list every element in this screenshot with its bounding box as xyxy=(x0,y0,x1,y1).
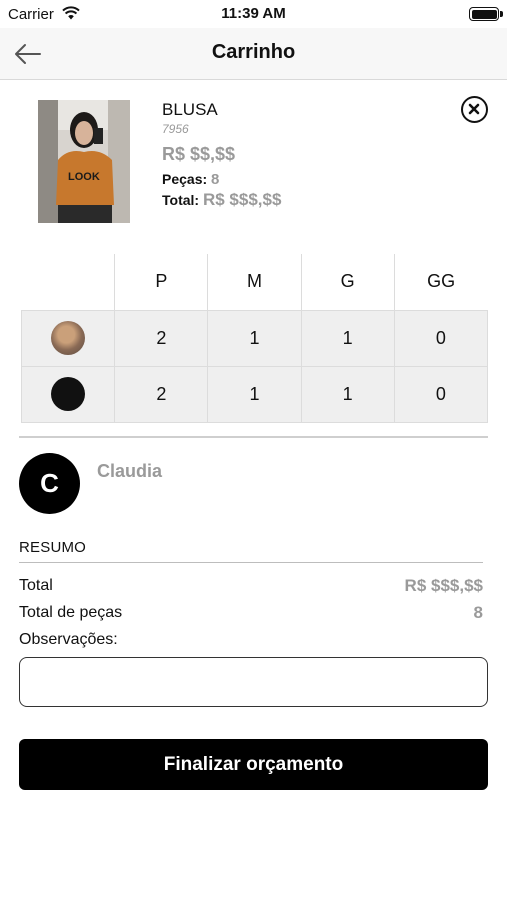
product-total: Total: R$ $$$,$$ xyxy=(162,190,281,210)
size-header-g: G xyxy=(300,254,395,310)
table-row: 2 1 1 0 xyxy=(20,309,489,367)
product-pecas: Peças: 8 xyxy=(162,171,219,188)
svg-text:LOOK: LOOK xyxy=(68,171,100,183)
product-price: R$ $$,$$ xyxy=(162,144,236,164)
product-total-label: Total: xyxy=(162,192,200,208)
summary-divider xyxy=(19,562,483,563)
summary-total-value: R$ $$$,$$ xyxy=(404,576,483,595)
summary-pecas-label: Total de peças xyxy=(19,604,123,621)
size-header-gg: GG xyxy=(393,254,488,310)
observations-input[interactable] xyxy=(19,657,488,707)
qty-cell[interactable]: 1 xyxy=(207,365,302,423)
qty-cell[interactable]: 2 xyxy=(114,365,209,423)
product-pecas-value: 8 xyxy=(211,171,220,188)
product-code: 7956 xyxy=(162,122,189,136)
product-pecas-label: Peças: xyxy=(162,171,208,187)
qty-cell[interactable]: 2 xyxy=(114,309,209,367)
battery-icon xyxy=(469,7,503,21)
finish-quote-button[interactable]: Finalizar orçamento xyxy=(19,739,488,790)
size-header-row: P M G GG xyxy=(21,254,488,310)
close-circle-icon xyxy=(468,103,480,115)
color-cell xyxy=(20,365,116,423)
divider xyxy=(19,436,488,438)
status-bar: Carrier 11:39 AM xyxy=(0,0,507,28)
page-title: Carrinho xyxy=(211,41,296,63)
size-quantity-table: P M G GG 2 1 1 0 2 1 1 0 xyxy=(20,254,489,423)
client-name: Claudia xyxy=(97,461,163,481)
status-time: 11:39 AM xyxy=(221,5,286,22)
color-swatch-orange xyxy=(51,321,86,355)
qty-cell[interactable]: 1 xyxy=(300,309,395,367)
qty-cell[interactable]: 1 xyxy=(300,365,395,423)
product-total-value: R$ $$$,$$ xyxy=(202,190,282,209)
nav-bar: Carrinho xyxy=(0,28,507,80)
qty-cell[interactable]: 1 xyxy=(207,309,302,367)
product-image: LOOK xyxy=(38,100,130,223)
client-avatar: C xyxy=(19,453,80,514)
qty-cell[interactable]: 0 xyxy=(393,365,489,423)
header-color-cell xyxy=(21,254,115,310)
remove-product-button[interactable] xyxy=(461,96,488,123)
size-header-m: M xyxy=(207,254,302,310)
color-swatch-black xyxy=(51,377,86,411)
color-cell xyxy=(20,309,116,367)
summary-pecas-value: 8 xyxy=(473,603,483,622)
product-name: BLUSA xyxy=(162,100,218,119)
summary-total-label: Total xyxy=(19,577,53,594)
observations-label: Observações: xyxy=(19,631,118,648)
table-row: 2 1 1 0 xyxy=(20,365,489,423)
qty-cell[interactable]: 0 xyxy=(393,309,489,367)
size-header-p: P xyxy=(114,254,208,310)
summary-title: RESUMO xyxy=(19,539,87,556)
